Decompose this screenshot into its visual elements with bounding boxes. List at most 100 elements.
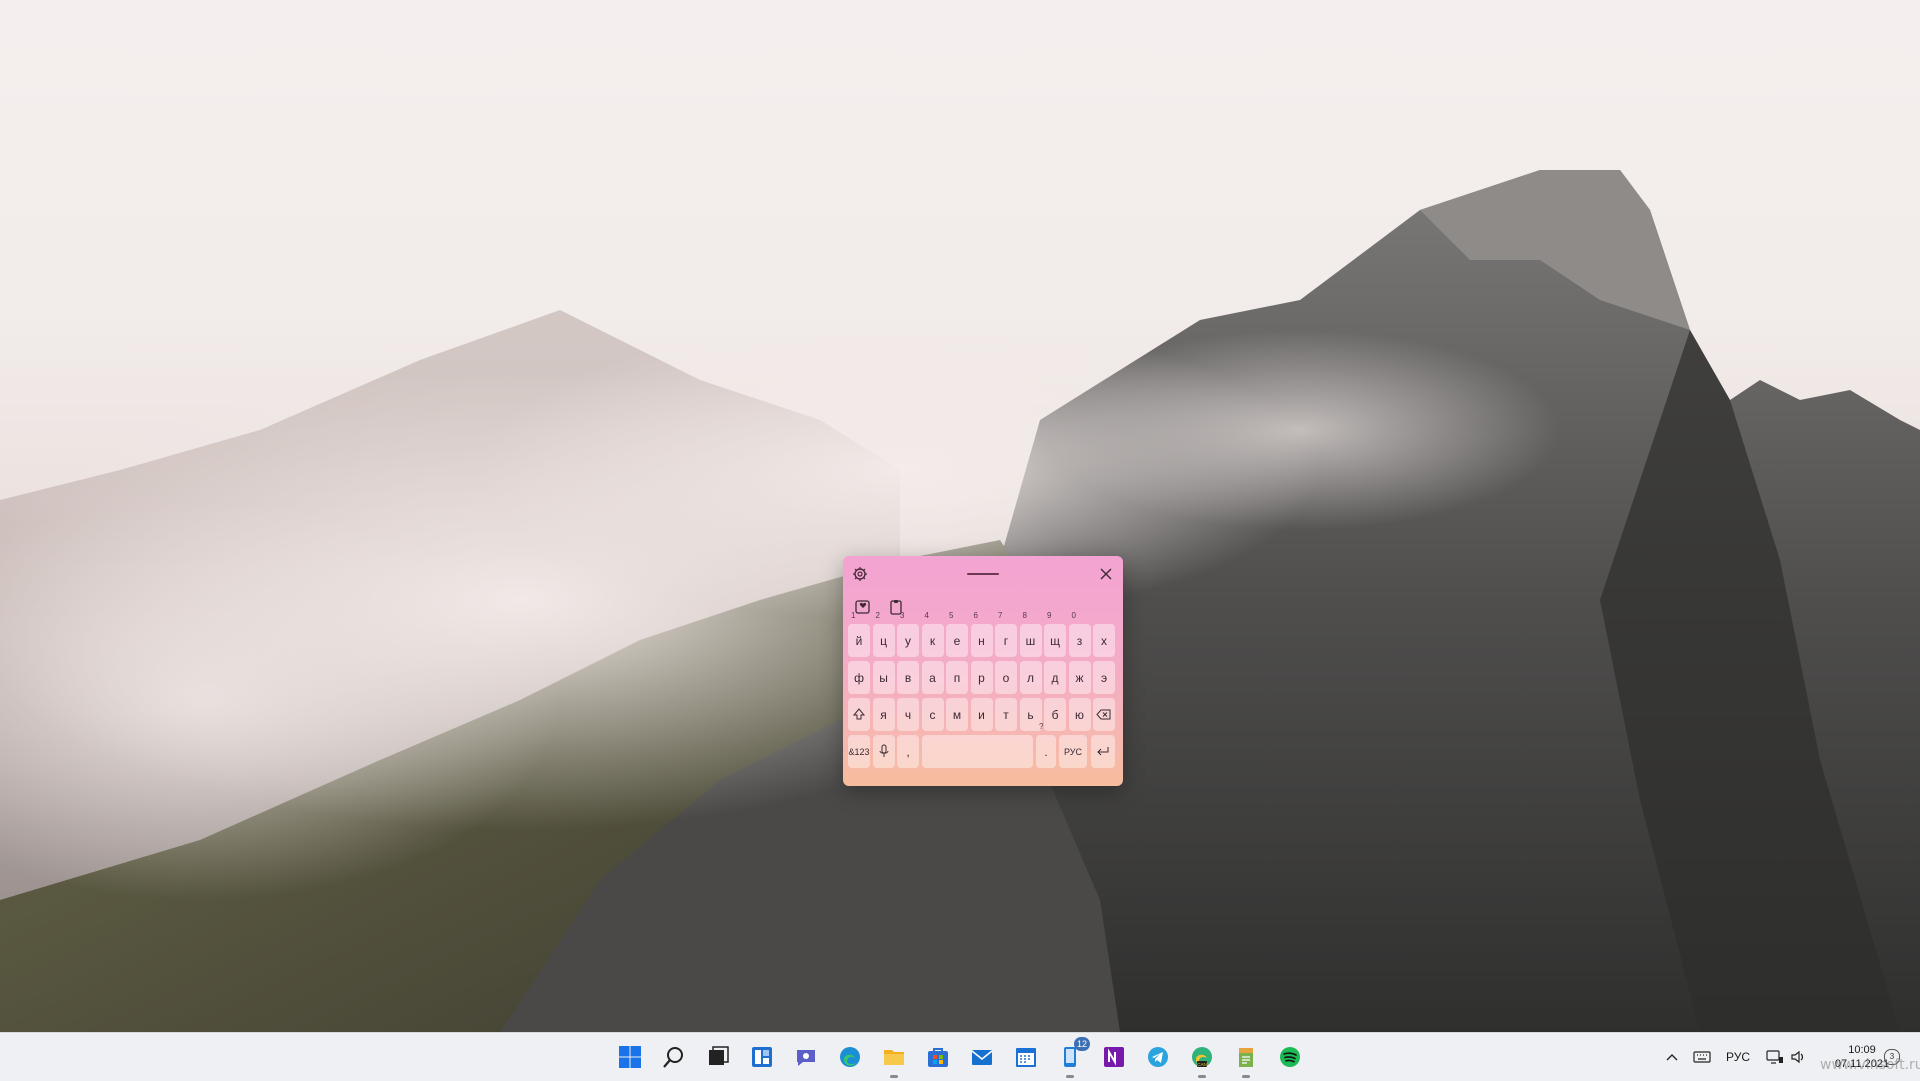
- watermark: www.vinsoft.ru: [1820, 1057, 1920, 1073]
- running-indicator: [1198, 1075, 1206, 1078]
- key[interactable]: х: [1093, 624, 1115, 657]
- widgets-icon: [752, 1047, 772, 1067]
- windows-logo-icon: [619, 1046, 641, 1068]
- onenote-icon: [1104, 1047, 1124, 1067]
- widgets-button[interactable]: [746, 1041, 778, 1073]
- key[interactable]: о: [995, 661, 1017, 694]
- backspace-key[interactable]: [1093, 698, 1115, 731]
- edge-canary-button[interactable]: CAN: [1186, 1041, 1218, 1078]
- enter-icon: [1097, 747, 1109, 756]
- key[interactable]: 3у: [897, 611, 919, 657]
- mail-button[interactable]: [966, 1041, 998, 1073]
- wallpaper-image: [0, 170, 1920, 1032]
- key-row-bottom: &123 , ?. РУС: [847, 722, 1119, 769]
- key[interactable]: с: [921, 698, 944, 731]
- running-indicator: [1242, 1075, 1250, 1078]
- key[interactable]: ж: [1068, 661, 1091, 694]
- key-row-2: ф ы в а п р о л д ж э: [847, 661, 1119, 695]
- key[interactable]: а: [921, 661, 944, 694]
- running-indicator: [890, 1075, 898, 1078]
- key[interactable]: м: [946, 698, 968, 731]
- key[interactable]: я: [872, 698, 895, 731]
- space-key[interactable]: [921, 735, 1033, 768]
- chat-button[interactable]: [790, 1041, 822, 1073]
- shift-key[interactable]: [848, 698, 870, 731]
- edge-icon: [840, 1047, 860, 1067]
- calendar-icon: [1016, 1048, 1036, 1067]
- network-icon: [1766, 1050, 1783, 1064]
- key[interactable]: 7г: [995, 611, 1017, 657]
- keyboard-title-bar[interactable]: [843, 556, 1123, 592]
- onenote-button[interactable]: [1098, 1041, 1130, 1073]
- keyboard-toolbar: [843, 592, 1123, 622]
- key-row-3: я ч с м и т ь б ю: [847, 698, 1119, 732]
- notification-badge: 12: [1074, 1037, 1090, 1051]
- comma-key[interactable]: ,: [897, 735, 919, 768]
- key[interactable]: 0з: [1068, 611, 1091, 657]
- running-indicator: [1066, 1075, 1074, 1078]
- key[interactable]: 5е: [946, 611, 968, 657]
- spotify-button[interactable]: [1274, 1041, 1306, 1073]
- key[interactable]: д: [1044, 661, 1066, 694]
- spotify-icon: [1280, 1047, 1300, 1067]
- settings-gear-icon[interactable]: [852, 566, 868, 582]
- key[interactable]: р: [970, 661, 993, 694]
- edge-button[interactable]: [834, 1041, 866, 1073]
- close-icon[interactable]: [1097, 565, 1115, 583]
- calendar-button[interactable]: [1010, 1041, 1042, 1073]
- file-explorer-button[interactable]: [878, 1041, 910, 1078]
- microphone-key[interactable]: [872, 735, 895, 768]
- key[interactable]: в: [897, 661, 919, 694]
- search-icon: [663, 1047, 683, 1068]
- drag-handle[interactable]: [967, 573, 999, 575]
- edge-canary-icon: CAN: [1192, 1047, 1212, 1067]
- key[interactable]: т: [995, 698, 1017, 731]
- keyboard-icon: [1693, 1051, 1711, 1063]
- search-button[interactable]: [658, 1041, 690, 1073]
- mail-icon: [971, 1050, 993, 1065]
- touch-keyboard-tray-button[interactable]: [1688, 1041, 1716, 1073]
- volume-icon: [1791, 1050, 1804, 1064]
- chat-icon: [797, 1050, 815, 1066]
- store-button[interactable]: [922, 1041, 954, 1073]
- backspace-icon: [1096, 709, 1111, 720]
- volume-button[interactable]: [1786, 1041, 1812, 1073]
- task-view-icon: [709, 1046, 729, 1065]
- microphone-icon: [879, 744, 888, 757]
- key[interactable]: э: [1093, 661, 1115, 694]
- store-icon: [928, 1048, 948, 1067]
- key[interactable]: ч: [897, 698, 919, 731]
- phone-link-button[interactable]: 12: [1054, 1037, 1090, 1078]
- language-key[interactable]: РУС: [1059, 735, 1087, 768]
- key[interactable]: ф: [848, 661, 870, 694]
- notepad-app-button[interactable]: [1230, 1041, 1262, 1078]
- show-hidden-icons-button[interactable]: [1658, 1041, 1686, 1073]
- period-key[interactable]: ?.: [1036, 722, 1056, 768]
- key[interactable]: 2ц: [872, 611, 895, 657]
- key[interactable]: 1й: [848, 611, 870, 657]
- key[interactable]: ю: [1068, 698, 1091, 731]
- telegram-button[interactable]: [1142, 1041, 1174, 1073]
- key[interactable]: 8ш: [1019, 611, 1042, 657]
- key[interactable]: л: [1019, 661, 1042, 694]
- key[interactable]: ы: [872, 661, 895, 694]
- telegram-icon: [1148, 1047, 1168, 1067]
- taskbar: 12 CAN РУС 10:09 07.11.2021 3: [0, 1032, 1920, 1081]
- emoji-sticker-icon[interactable]: [854, 598, 872, 616]
- symbols-key[interactable]: &123: [848, 735, 870, 768]
- key-row-1: 1й 2ц 3у 4к 5е 6н 7г 8ш 9щ 0з х: [847, 611, 1119, 658]
- start-button[interactable]: [614, 1041, 646, 1073]
- key[interactable]: 6н: [970, 611, 993, 657]
- desktop-wallpaper: [0, 0, 1920, 1032]
- network-button[interactable]: [1762, 1041, 1788, 1073]
- key[interactable]: и: [970, 698, 993, 731]
- key[interactable]: 4к: [921, 611, 944, 657]
- key[interactable]: 9щ: [1044, 611, 1066, 657]
- key[interactable]: б: [1044, 698, 1066, 731]
- shift-icon: [852, 708, 866, 720]
- input-language-indicator[interactable]: РУС: [1726, 1047, 1750, 1067]
- enter-key[interactable]: [1091, 735, 1115, 768]
- key[interactable]: п: [946, 661, 968, 694]
- task-view-button[interactable]: [702, 1041, 734, 1073]
- notes-icon: [1239, 1048, 1253, 1067]
